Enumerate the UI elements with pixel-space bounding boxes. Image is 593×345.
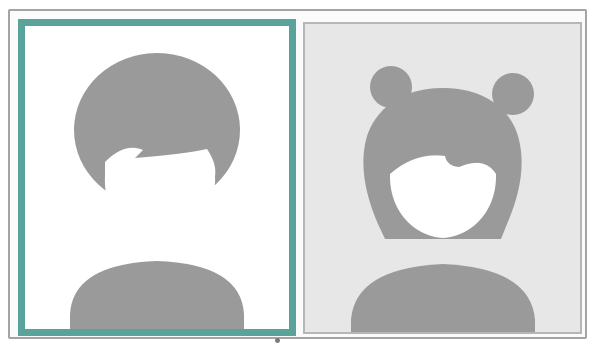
avatar-option-female[interactable] — [303, 22, 582, 334]
avatar-option-male[interactable] — [18, 19, 296, 336]
female-avatar-icon — [351, 66, 535, 332]
indicator-dot — [275, 338, 280, 343]
male-avatar-icon — [70, 53, 244, 329]
